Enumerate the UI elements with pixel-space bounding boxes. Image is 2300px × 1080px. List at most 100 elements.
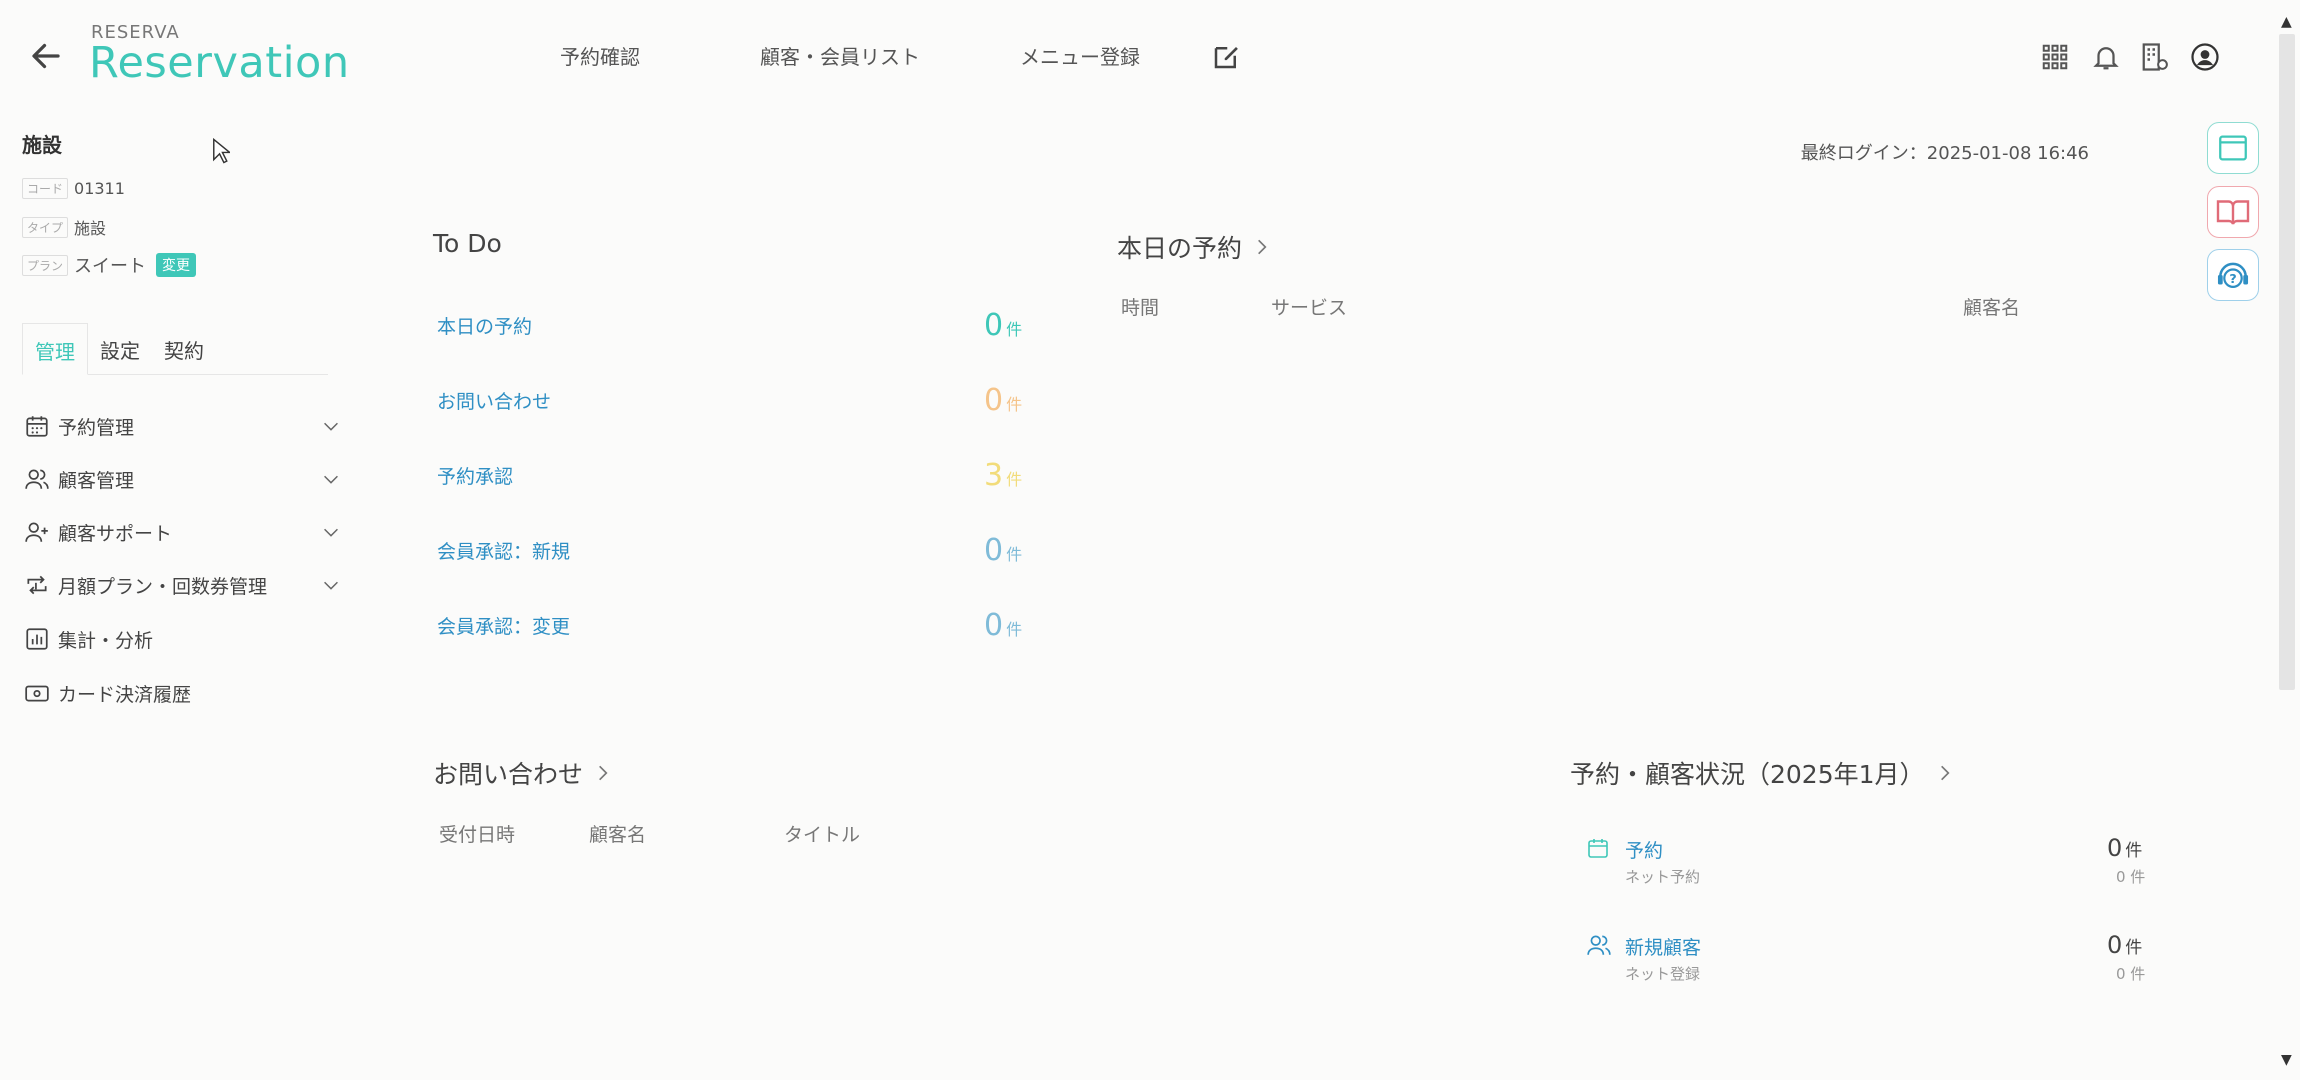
chevron-down-icon[interactable] bbox=[320, 574, 342, 596]
chevron-down-icon[interactable] bbox=[320, 468, 342, 490]
browser-window-icon bbox=[2219, 135, 2247, 161]
todo-value: 3 bbox=[984, 458, 1004, 493]
status-title: 予約・顧客状況（2025年1月） bbox=[1570, 760, 1925, 789]
todo-unit: 件 bbox=[1006, 620, 1023, 639]
logo[interactable]: Reservation bbox=[89, 38, 350, 88]
nav-reservation-check[interactable]: 予約確認 bbox=[560, 41, 640, 70]
tab-contract[interactable]: 契約 bbox=[152, 323, 216, 374]
todo-reservation-approval[interactable]: 予約承認 bbox=[437, 462, 513, 489]
chevron-right-icon bbox=[599, 765, 608, 781]
facility-plan-row: プラン スイート 変更 bbox=[22, 252, 197, 278]
building-settings-icon[interactable] bbox=[2140, 42, 2170, 72]
help-support-button[interactable]: ? bbox=[2207, 249, 2259, 301]
open-book-icon bbox=[2216, 200, 2250, 225]
todo-unit: 件 bbox=[1006, 320, 1023, 339]
todo-inquiries-count[interactable]: 0件 bbox=[984, 383, 1022, 418]
calendar-icon bbox=[1588, 839, 1608, 858]
edit-icon[interactable] bbox=[1211, 42, 1241, 72]
status-link[interactable]: 予約・顧客状況（2025年1月） bbox=[1570, 755, 1955, 791]
todo-unit: 件 bbox=[1006, 470, 1023, 489]
column-received-at: 受付日時 bbox=[439, 824, 516, 846]
todo-value: 0 bbox=[984, 533, 1004, 568]
todo-approval-count[interactable]: 3件 bbox=[984, 458, 1022, 493]
todo-today-count[interactable]: 0件 bbox=[984, 308, 1022, 343]
todo-member-new-count[interactable]: 0件 bbox=[984, 533, 1022, 568]
svg-text:?: ? bbox=[2229, 271, 2236, 286]
menu-customer-support[interactable]: 顧客サポート bbox=[24, 512, 342, 552]
nav-menu-register[interactable]: メニュー登録 bbox=[1020, 41, 1140, 70]
sidebar-tabs: 管理 設定 契約 bbox=[22, 323, 328, 375]
back-arrow-icon[interactable] bbox=[28, 38, 64, 74]
facility-type-row: タイプ 施設 bbox=[22, 215, 106, 239]
account-icon[interactable] bbox=[2190, 42, 2220, 72]
today-title: 本日の予約 bbox=[1117, 234, 1243, 263]
bell-icon[interactable] bbox=[2091, 42, 2121, 72]
scrollbar-thumb[interactable] bbox=[2279, 34, 2295, 690]
todo-inquiries[interactable]: お問い合わせ bbox=[437, 387, 551, 414]
stat-reservations-label[interactable]: 予約 bbox=[1625, 836, 1663, 863]
facility-code-row: コード 01311 bbox=[22, 178, 125, 199]
facility-type: 施設 bbox=[74, 219, 107, 238]
menu-label: カード決済履歴 bbox=[58, 683, 192, 706]
inquiry-link[interactable]: お問い合わせ bbox=[433, 755, 613, 791]
todo-member-change-count[interactable]: 0件 bbox=[984, 608, 1022, 643]
code-tag: コード bbox=[22, 178, 69, 199]
todo-value: 0 bbox=[984, 608, 1004, 643]
facility-title: 施設 bbox=[22, 133, 62, 157]
last-login-text: 最終ログイン：2025-01-08 16:46 bbox=[1800, 143, 2089, 164]
chevron-right-icon bbox=[1258, 239, 1267, 255]
users-icon bbox=[1587, 935, 1611, 955]
todo-unit: 件 bbox=[1006, 395, 1023, 414]
today-reservations-link[interactable]: 本日の予約 bbox=[1117, 229, 1272, 265]
todo-today-reservations[interactable]: 本日の予約 bbox=[437, 312, 532, 339]
todo-member-approval-new[interactable]: 会員承認：新規 bbox=[437, 537, 570, 564]
apps-grid-icon[interactable] bbox=[2040, 42, 2070, 72]
help-headset-icon: ? bbox=[2217, 262, 2249, 288]
user-plus-icon bbox=[25, 522, 48, 542]
chevron-down-icon[interactable] bbox=[320, 521, 342, 543]
facility-plan: スイート bbox=[74, 256, 147, 277]
menu-label: 顧客管理 bbox=[58, 469, 135, 492]
menu-label: 月額プラン・回数券管理 bbox=[58, 575, 268, 598]
column-time: 時間 bbox=[1121, 297, 1160, 319]
nav-customer-list[interactable]: 顧客・会員リスト bbox=[760, 41, 920, 70]
column-customer-name: 顧客名 bbox=[589, 824, 647, 846]
menu-reservation-management[interactable]: 予約管理 bbox=[24, 406, 342, 446]
stat-unit: 件 bbox=[2125, 938, 2143, 958]
manual-book-button[interactable] bbox=[2207, 186, 2259, 238]
column-title: タイトル bbox=[784, 824, 861, 846]
calendar-icon bbox=[26, 416, 48, 437]
todo-value: 0 bbox=[984, 383, 1004, 418]
stat-value: 0 bbox=[2107, 931, 2123, 959]
todo-member-approval-change[interactable]: 会員承認：変更 bbox=[437, 612, 570, 639]
column-service: サービス bbox=[1271, 297, 1348, 319]
scroll-down-arrow[interactable]: ▼ bbox=[2281, 1052, 2292, 1068]
menu-label: 予約管理 bbox=[58, 416, 135, 439]
todo-unit: 件 bbox=[1006, 545, 1023, 564]
stat-reservations-sub: ネット予約 bbox=[1625, 868, 1701, 886]
stat-value: 0 bbox=[2107, 834, 2123, 862]
inquiry-title: お問い合わせ bbox=[433, 760, 584, 789]
stat-new-customers-count: 0件 bbox=[2107, 931, 2142, 959]
plan-change-button[interactable]: 変更 bbox=[156, 253, 197, 277]
users-icon bbox=[25, 469, 49, 489]
chevron-down-icon[interactable] bbox=[320, 415, 342, 437]
stat-new-customers-sub: ネット登録 bbox=[1625, 965, 1701, 983]
todo-section-title: To Do bbox=[433, 229, 502, 258]
menu-label: 集計・分析 bbox=[58, 629, 154, 652]
tab-manage[interactable]: 管理 bbox=[22, 323, 88, 375]
browser-window-button[interactable] bbox=[2207, 122, 2259, 174]
stat-new-customers-label[interactable]: 新規顧客 bbox=[1625, 933, 1701, 960]
menu-card-payment-history[interactable]: カード決済履歴 bbox=[24, 673, 342, 713]
mouse-cursor-icon bbox=[213, 138, 230, 164]
menu-analytics[interactable]: 集計・分析 bbox=[24, 619, 342, 659]
scroll-up-arrow[interactable]: ▲ bbox=[2281, 14, 2292, 30]
menu-customer-management[interactable]: 顧客管理 bbox=[24, 459, 342, 499]
tab-settings[interactable]: 設定 bbox=[88, 323, 152, 374]
todo-title: To Do bbox=[433, 229, 502, 258]
repeat-icon bbox=[27, 575, 47, 595]
type-tag: タイプ bbox=[22, 216, 69, 238]
stat-reservations-sub-count: 0 件 bbox=[2116, 868, 2146, 886]
menu-subscription-management[interactable]: 月額プラン・回数券管理 bbox=[24, 565, 342, 605]
todo-value: 0 bbox=[984, 308, 1004, 343]
